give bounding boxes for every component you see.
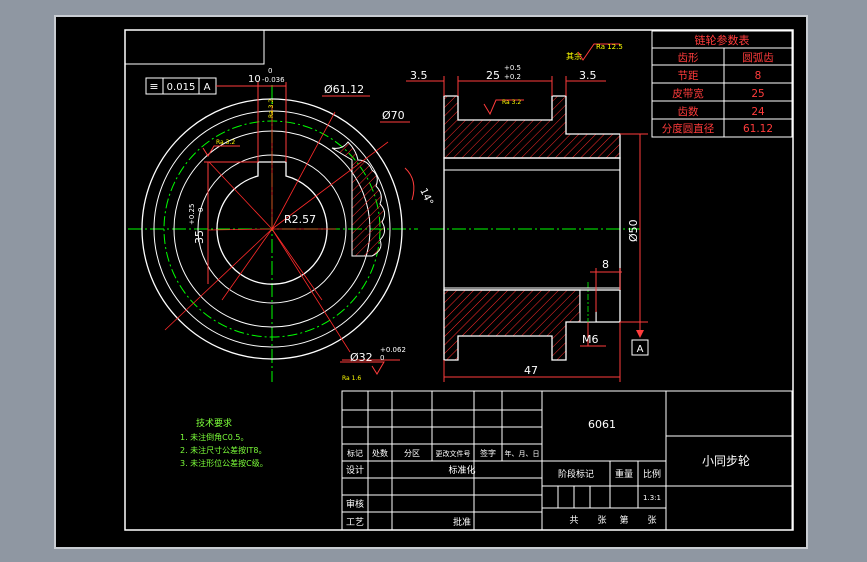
fillet-radius-label: R2.57 bbox=[284, 213, 316, 226]
param-value: 25 bbox=[751, 88, 764, 100]
bore-height-tol-lower: 0 bbox=[197, 208, 205, 212]
param-label: 齿形 bbox=[678, 52, 699, 64]
groove-tol-lower: +0.2 bbox=[504, 73, 521, 81]
roughness-keyway: Ra 3.2 bbox=[268, 99, 275, 118]
row-design: 设计 bbox=[346, 464, 364, 476]
datum-label: A bbox=[637, 344, 644, 355]
header-file: 更改文件号 bbox=[436, 449, 471, 458]
row-standard: 标准化 bbox=[448, 464, 475, 476]
param-label: 齿数 bbox=[678, 105, 699, 118]
keyway-tol-lower: -0.036 bbox=[262, 76, 285, 84]
sheet-total-label: 共 bbox=[569, 515, 578, 526]
header-count: 处数 bbox=[372, 448, 388, 458]
sheet-no-label: 第 bbox=[619, 514, 628, 526]
thread-label: M6 bbox=[582, 333, 599, 346]
cad-drawing-canvas: 链轮参数表 齿形 圆弧齿 节距 8 皮带宽 25 齿数 24 分度圆直径 61.… bbox=[54, 15, 808, 549]
param-label: 皮带宽 bbox=[672, 87, 704, 100]
material-label: 6061 bbox=[588, 418, 616, 431]
hub-dia-label: Ø50 bbox=[627, 219, 640, 242]
row-approve: 批准 bbox=[453, 516, 471, 528]
row-review: 审核 bbox=[346, 498, 364, 510]
tech-note-item: 1. 未注倒角C0.5。 bbox=[180, 432, 248, 442]
scale-label: 比例 bbox=[643, 468, 661, 480]
tolerance-datum: A bbox=[204, 82, 211, 93]
set-screw-offset: 8 bbox=[602, 258, 609, 271]
roughness-groove: Ra 3.2 bbox=[502, 99, 521, 106]
flange-left-dim: 3.5 bbox=[410, 69, 428, 82]
header-sign: 签字 bbox=[480, 448, 496, 458]
tolerance-symbol: ≡ bbox=[149, 80, 158, 93]
flange-right-dim: 3.5 bbox=[579, 69, 597, 82]
stage-mark-label: 阶段标记 bbox=[558, 468, 594, 480]
outer-dia-label: Ø70 bbox=[382, 109, 405, 122]
row-process: 工艺 bbox=[346, 517, 364, 528]
sheet-count-label: 张 bbox=[597, 515, 606, 526]
total-length: 47 bbox=[524, 364, 538, 377]
header-zone: 分区 bbox=[404, 449, 420, 458]
param-value: 24 bbox=[751, 106, 765, 118]
param-value: 圆弧齿 bbox=[742, 51, 774, 64]
roughness-general-value: Ra 12.5 bbox=[596, 43, 623, 51]
groove-width-dim: 25 bbox=[486, 69, 500, 82]
tolerance-value: 0.015 bbox=[167, 82, 196, 93]
tech-notes-title: 技术要求 bbox=[196, 417, 232, 429]
roughness-bore: Ra 1.6 bbox=[342, 375, 361, 382]
tech-note-item: 2. 未注尺寸公差按IT8。 bbox=[180, 445, 267, 455]
keyway-tol-upper: 0 bbox=[268, 67, 272, 75]
bore-height-tol-upper: +0.25 bbox=[188, 204, 196, 225]
sheet-label: 张 bbox=[647, 515, 656, 526]
param-label: 节距 bbox=[678, 70, 699, 82]
header-date: 年、月、日 bbox=[505, 449, 540, 458]
keyway-width: 10 bbox=[248, 74, 261, 85]
header-mark: 标记 bbox=[347, 448, 363, 458]
param-value: 61.12 bbox=[743, 123, 773, 135]
title-block-header: 标记 处数 分区 更改文件号 签字 年、月、日 bbox=[347, 448, 540, 458]
bore-tol-lower: 0 bbox=[380, 354, 384, 362]
part-name: 小同步轮 bbox=[702, 454, 750, 468]
params-table-title: 链轮参数表 bbox=[695, 33, 750, 47]
bore-height: 35 bbox=[193, 230, 206, 244]
groove-tol-upper: +0.5 bbox=[504, 64, 521, 72]
roughness-general-prefix: 其余 bbox=[566, 51, 582, 61]
param-label: 分度圆直径 bbox=[662, 122, 715, 135]
scale-value: 1.3:1 bbox=[643, 494, 661, 502]
pitch-dia-label: Ø61.12 bbox=[324, 83, 364, 96]
weight-label: 重量 bbox=[615, 468, 633, 480]
tech-note-item: 3. 未注形位公差按C级。 bbox=[180, 458, 268, 468]
param-value: 8 bbox=[755, 70, 762, 82]
bore-tol-upper: +0.062 bbox=[380, 346, 406, 354]
roughness-left: Ra 3.2 bbox=[216, 139, 235, 146]
